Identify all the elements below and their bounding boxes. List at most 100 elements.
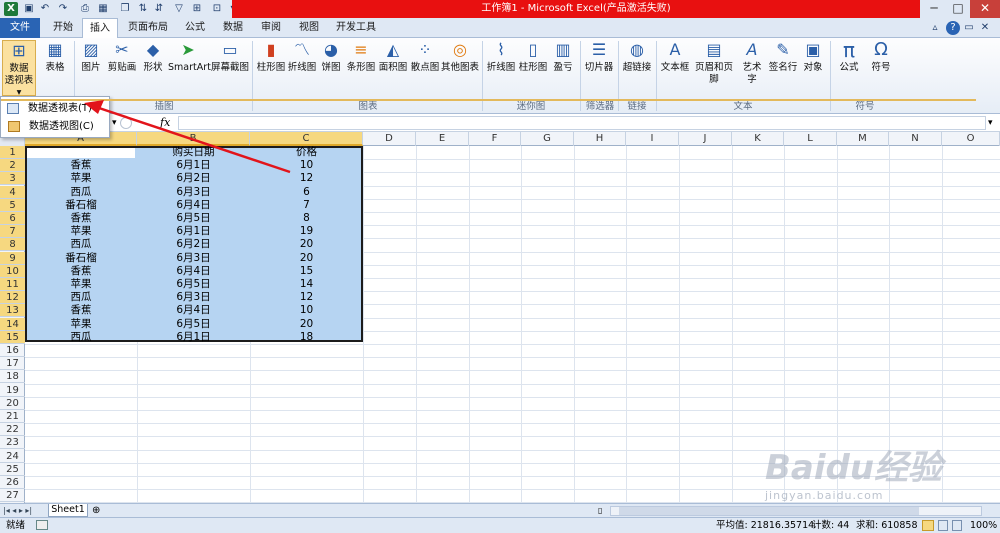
row-header-5[interactable]: 5 bbox=[0, 198, 25, 212]
row-header-22[interactable]: 22 bbox=[0, 423, 25, 437]
cell[interactable]: 12 bbox=[250, 291, 363, 304]
shapes-button[interactable]: ◆ 形状 bbox=[140, 40, 166, 74]
column-header-l[interactable]: L bbox=[784, 132, 837, 146]
row-header-27[interactable]: 27 bbox=[0, 489, 25, 503]
normal-view-icon[interactable] bbox=[922, 520, 934, 531]
cell[interactable]: 6月5日 bbox=[137, 278, 250, 291]
textbox-button[interactable]: A 文本框 bbox=[660, 40, 690, 74]
smartart-button[interactable]: ➤ SmartArt bbox=[168, 40, 211, 74]
sparkline-winloss-button[interactable]: ▥ 盈亏 bbox=[550, 40, 576, 74]
signature-line-button[interactable]: ✎ 签名行 bbox=[768, 40, 798, 74]
horizontal-scrollbar[interactable] bbox=[610, 506, 982, 516]
cell[interactable]: 西瓜 bbox=[25, 331, 137, 344]
bar-chart-button[interactable]: ≡ 条形图 bbox=[346, 40, 376, 74]
row-header-24[interactable]: 24 bbox=[0, 450, 25, 463]
formula-input[interactable] bbox=[178, 116, 986, 130]
column-header-c[interactable]: C bbox=[250, 132, 363, 146]
row-header-13[interactable]: 13 bbox=[0, 304, 25, 318]
row-header-10[interactable]: 10 bbox=[0, 264, 25, 278]
cell[interactable]: 10 bbox=[250, 159, 363, 172]
column-header-o[interactable]: O bbox=[942, 132, 1000, 146]
row-header-18[interactable]: 18 bbox=[0, 370, 25, 384]
formula-expand-icon[interactable]: ▾ bbox=[988, 116, 998, 130]
hyperlink-button[interactable]: ◍ 超链接 bbox=[622, 40, 652, 74]
tab-insert[interactable]: 插入 bbox=[82, 18, 118, 39]
cell[interactable]: 香蕉 bbox=[25, 159, 137, 172]
cell[interactable]: 6月5日 bbox=[137, 212, 250, 225]
cell[interactable]: 苹果 bbox=[25, 225, 137, 238]
tab-data[interactable]: 数据 bbox=[216, 18, 250, 38]
cell[interactable]: 6月1日 bbox=[137, 331, 250, 344]
ribbon-collapse-icon[interactable]: ▵ bbox=[928, 21, 942, 35]
menu-item-pivot-table[interactable]: 数据透视表(T) bbox=[1, 99, 976, 114]
cell[interactable]: 香蕉 bbox=[25, 212, 137, 225]
row-header-20[interactable]: 20 bbox=[0, 397, 25, 410]
column-header-e[interactable]: E bbox=[416, 132, 469, 146]
cell[interactable]: 15 bbox=[250, 265, 363, 278]
row-header-25[interactable]: 25 bbox=[0, 463, 25, 476]
row-header-19[interactable]: 19 bbox=[0, 384, 25, 397]
row-header-7[interactable]: 7 bbox=[0, 225, 25, 239]
zoom-level[interactable]: 100% bbox=[970, 518, 997, 533]
cell[interactable]: 番石榴 bbox=[25, 252, 137, 265]
clipart-button[interactable]: ✂ 剪贴画 bbox=[106, 40, 138, 74]
column-header-j[interactable]: J bbox=[679, 132, 732, 146]
namebox-dropdown-icon[interactable]: ▾ bbox=[112, 116, 118, 130]
sparkline-line-button[interactable]: ⌇ 折线图 bbox=[486, 40, 516, 74]
minimize-button[interactable]: ─ bbox=[922, 0, 946, 18]
column-header-f[interactable]: F bbox=[469, 132, 521, 146]
undo-icon[interactable]: ↶ bbox=[38, 2, 52, 16]
cell[interactable]: 价格 bbox=[250, 146, 363, 159]
cell[interactable]: 6月3日 bbox=[137, 291, 250, 304]
cell[interactable]: 番石榴 bbox=[25, 199, 137, 212]
row-header-3[interactable]: 3 bbox=[0, 172, 25, 186]
symbol-button[interactable]: Ω 符号 bbox=[866, 40, 896, 74]
expand-circle-icon[interactable] bbox=[120, 117, 132, 129]
cell[interactable]: 购买日期 bbox=[137, 146, 250, 159]
active-cell-a1[interactable] bbox=[27, 148, 135, 158]
sheet-nav-icons[interactable]: |◂ ◂ ▸ ▸| bbox=[3, 504, 32, 517]
worksheet-grid[interactable]: 购买日期 价格 香蕉 6月1日 10 苹果 6月2日 12 西瓜 6月3日 6 番石榴 6月4日 7 香蕉 6… bbox=[25, 146, 1000, 503]
close-doc-icon[interactable]: ✕ bbox=[978, 21, 992, 35]
cell[interactable]: 10 bbox=[250, 304, 363, 317]
filter-icon[interactable]: ▽ bbox=[172, 2, 186, 16]
other-charts-button[interactable]: ◎ 其他图表 bbox=[440, 40, 480, 74]
format-icon[interactable]: ⊞ bbox=[190, 2, 204, 16]
menu-item-pivot-chart[interactable]: 数据透视图(C) bbox=[3, 118, 107, 136]
fx-icon[interactable]: fx bbox=[160, 116, 176, 130]
column-header-m[interactable]: M bbox=[837, 132, 889, 146]
row-header-14[interactable]: 14 bbox=[0, 317, 25, 331]
scatter-chart-button[interactable]: ⁘ 散点图 bbox=[410, 40, 440, 74]
column-header-g[interactable]: G bbox=[521, 132, 574, 146]
area-chart-button[interactable]: ◭ 面积图 bbox=[378, 40, 408, 74]
cell[interactable]: 6月1日 bbox=[137, 225, 250, 238]
column-header-b[interactable]: B bbox=[137, 132, 250, 146]
tab-review[interactable]: 审阅 bbox=[254, 18, 288, 38]
pivot-table-button[interactable]: ⊞ 数据 透视表▾ bbox=[2, 40, 36, 98]
scroll-thumb[interactable] bbox=[619, 507, 919, 515]
cell[interactable]: 香蕉 bbox=[25, 304, 137, 317]
tab-formulas[interactable]: 公式 bbox=[178, 18, 212, 38]
column-header-i[interactable]: I bbox=[626, 132, 679, 146]
border-icon[interactable]: ⊡ bbox=[210, 2, 224, 16]
row-header-4[interactable]: 4 bbox=[0, 185, 25, 199]
page-break-view-icon[interactable] bbox=[952, 520, 962, 531]
cell[interactable]: 6月5日 bbox=[137, 318, 250, 331]
cell[interactable]: 6月4日 bbox=[137, 199, 250, 212]
cell[interactable]: 6月1日 bbox=[137, 159, 250, 172]
cell[interactable]: 6月2日 bbox=[137, 172, 250, 185]
cell[interactable]: 苹果 bbox=[25, 278, 137, 291]
cell[interactable]: 12 bbox=[250, 172, 363, 185]
sort-icon[interactable]: ⇅ bbox=[136, 2, 150, 16]
tab-page-layout[interactable]: 页面布局 bbox=[122, 18, 174, 38]
row-header-23[interactable]: 23 bbox=[0, 436, 25, 450]
cell[interactable]: 18 bbox=[250, 331, 363, 344]
picture-button[interactable]: ▨ 图片 bbox=[78, 40, 104, 74]
cell[interactable]: 6月4日 bbox=[137, 304, 250, 317]
sort-desc-icon[interactable]: ⇵ bbox=[152, 2, 166, 16]
table-icon[interactable]: ▦ bbox=[96, 2, 110, 16]
cell[interactable]: 20 bbox=[250, 318, 363, 331]
tab-home[interactable]: 开始 bbox=[46, 18, 80, 38]
split-handle-icon[interactable]: ▯ bbox=[598, 506, 606, 516]
screenshot-button[interactable]: ▭ 屏幕截图 bbox=[210, 40, 250, 74]
